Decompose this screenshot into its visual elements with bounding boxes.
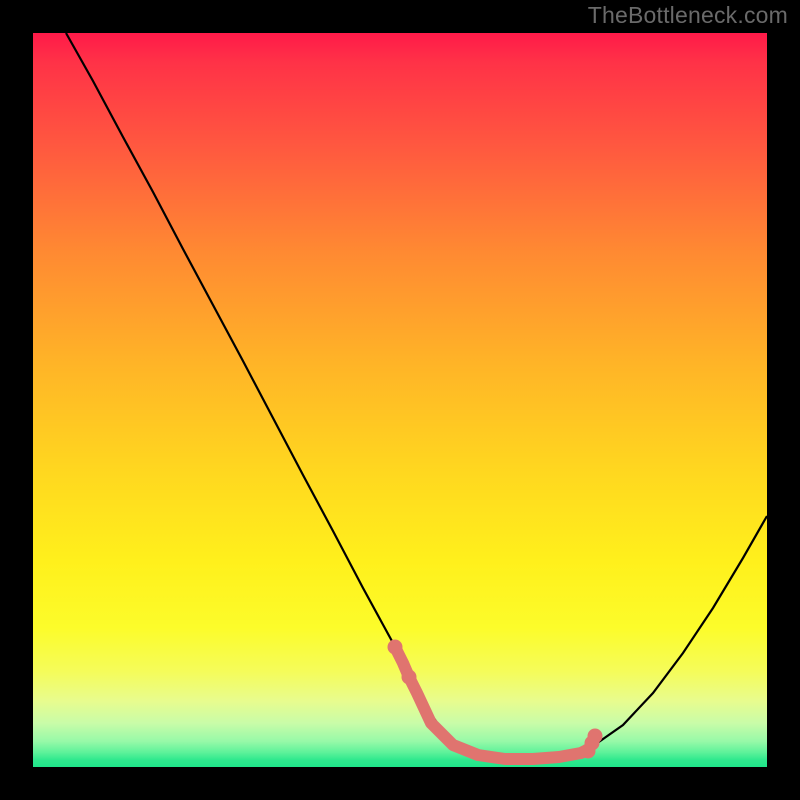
curve-svg [33,33,767,767]
chart-container: TheBottleneck.com [0,0,800,800]
highlight-dot [402,670,417,685]
highlight-dot [588,729,603,744]
watermark-text: TheBottleneck.com [588,2,788,29]
plot-area [33,33,767,767]
highlight-segment [395,647,594,759]
highlight-dot [388,640,403,655]
main-curve [66,33,767,759]
